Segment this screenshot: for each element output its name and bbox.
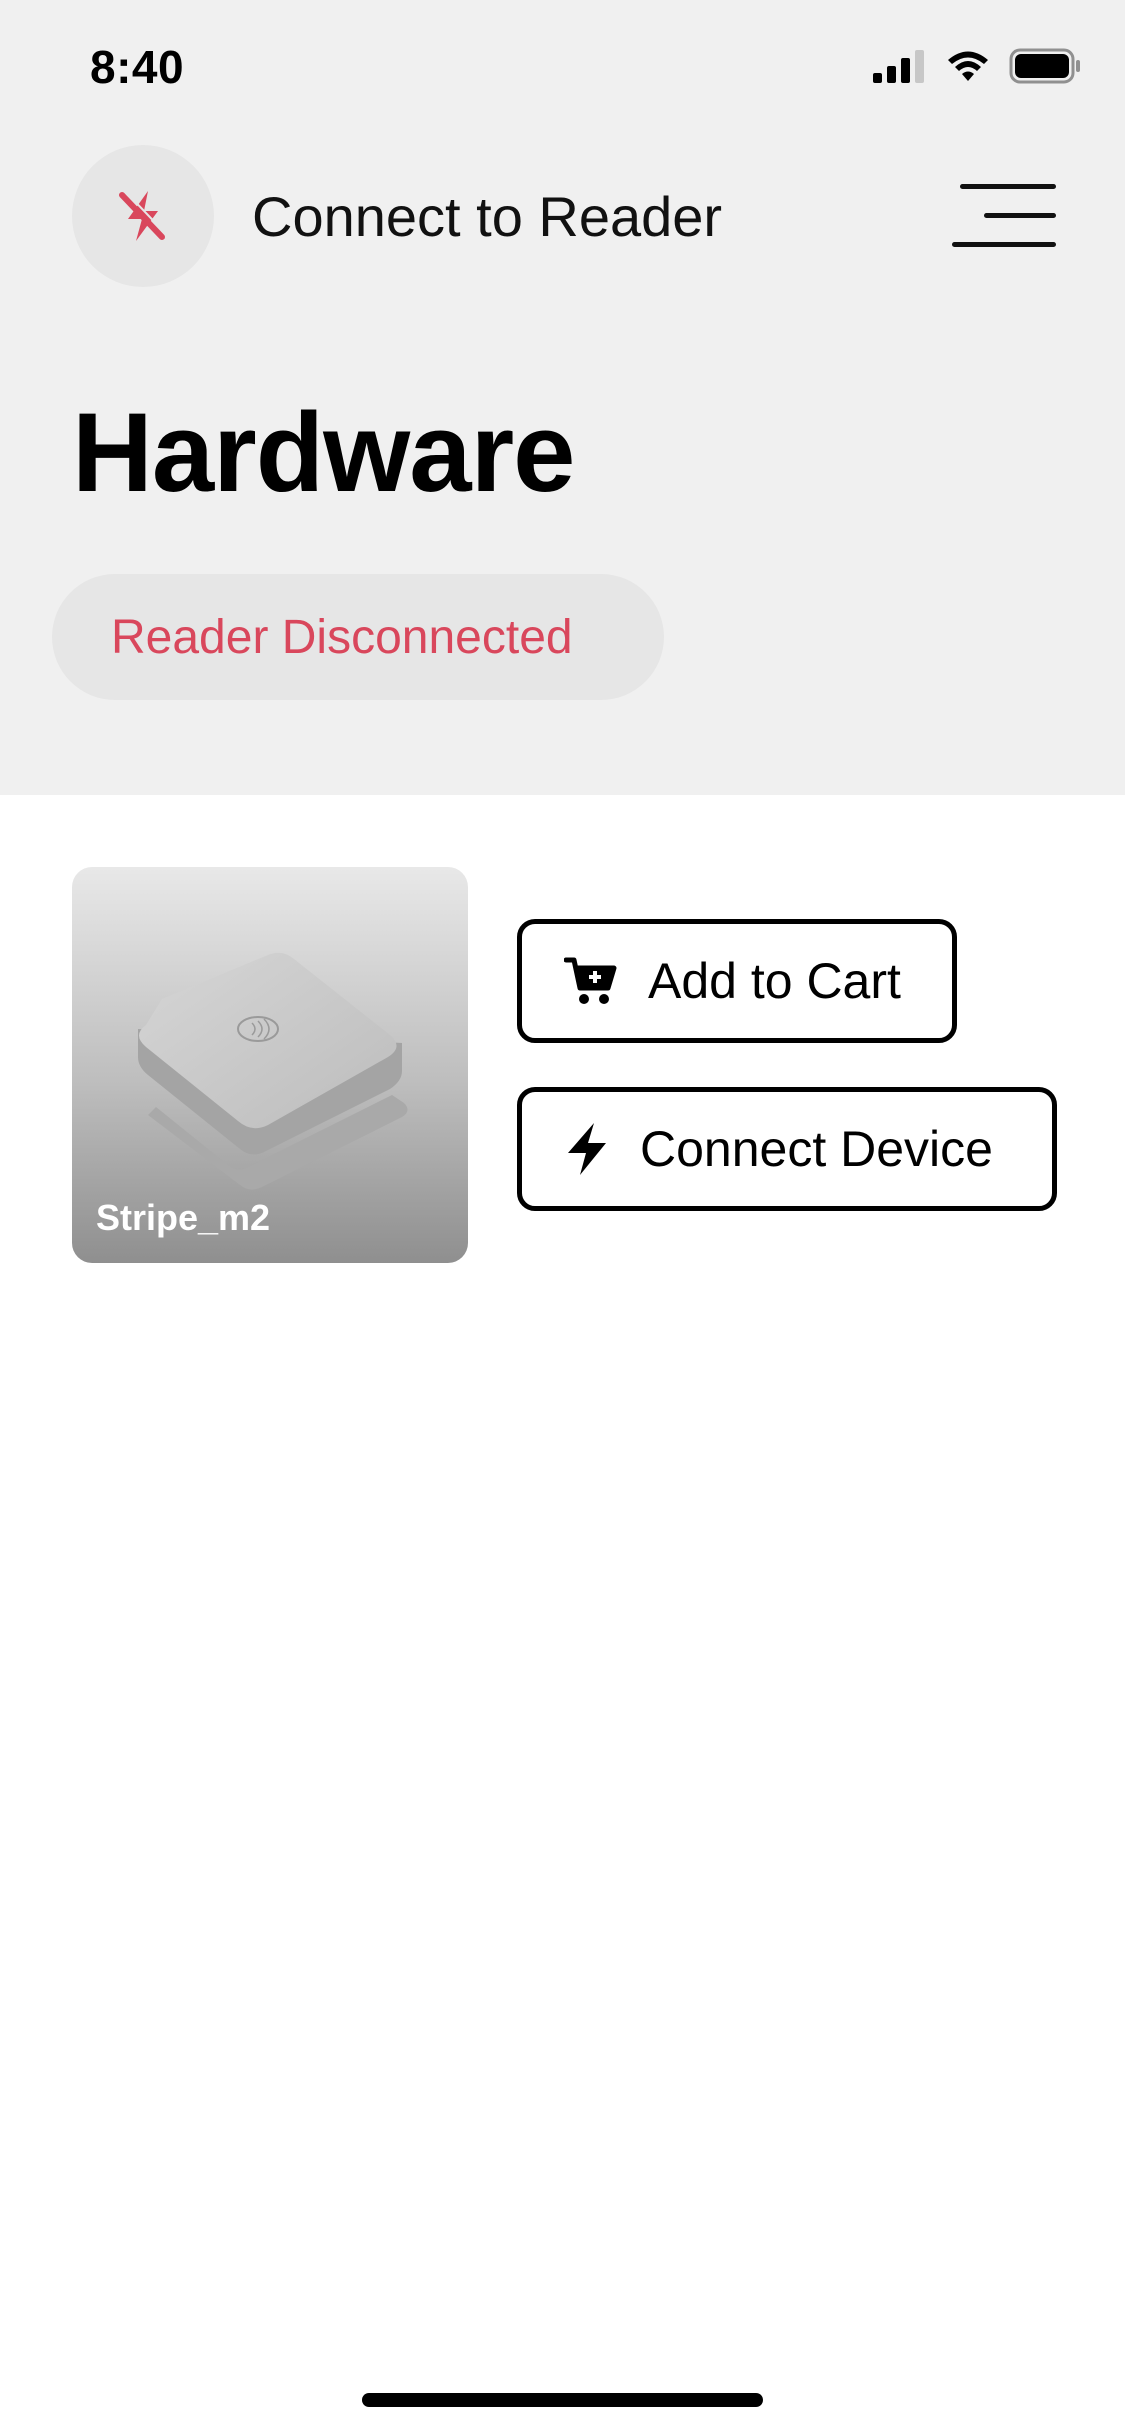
status-icons bbox=[873, 48, 1081, 84]
lightning-off-icon bbox=[119, 191, 167, 241]
reader-status-text: Reader Disconnected bbox=[111, 610, 573, 664]
signal-icon bbox=[873, 50, 924, 83]
add-to-cart-label: Add to Cart bbox=[648, 953, 901, 1009]
battery-icon bbox=[1009, 48, 1080, 84]
header-region: 8:40 Connect to Reader Hardware Reader D… bbox=[0, 0, 1125, 795]
connect-device-label: Connect Device bbox=[640, 1121, 993, 1177]
page-title: Hardware bbox=[72, 390, 575, 515]
lightning-icon bbox=[568, 1123, 606, 1175]
reader-connection-button[interactable] bbox=[72, 145, 214, 287]
reader-status-badge: Reader Disconnected bbox=[52, 574, 664, 700]
header-title: Connect to Reader bbox=[252, 185, 723, 248]
status-time: 8:40 bbox=[90, 41, 185, 93]
wifi-icon bbox=[948, 51, 988, 81]
add-to-cart-button[interactable]: Add to Cart bbox=[517, 919, 957, 1043]
home-indicator[interactable] bbox=[362, 2393, 763, 2407]
connect-device-button[interactable]: Connect Device bbox=[517, 1087, 1057, 1211]
app-screen: 8:40 Connect to Reader Hardware Reader D… bbox=[0, 0, 1125, 2436]
device-card[interactable]: Stripe_m2 bbox=[72, 867, 468, 1263]
hamburger-menu-icon[interactable] bbox=[948, 180, 1056, 252]
device-name: Stripe_m2 bbox=[96, 1197, 271, 1238]
cart-plus-icon bbox=[564, 957, 617, 1004]
